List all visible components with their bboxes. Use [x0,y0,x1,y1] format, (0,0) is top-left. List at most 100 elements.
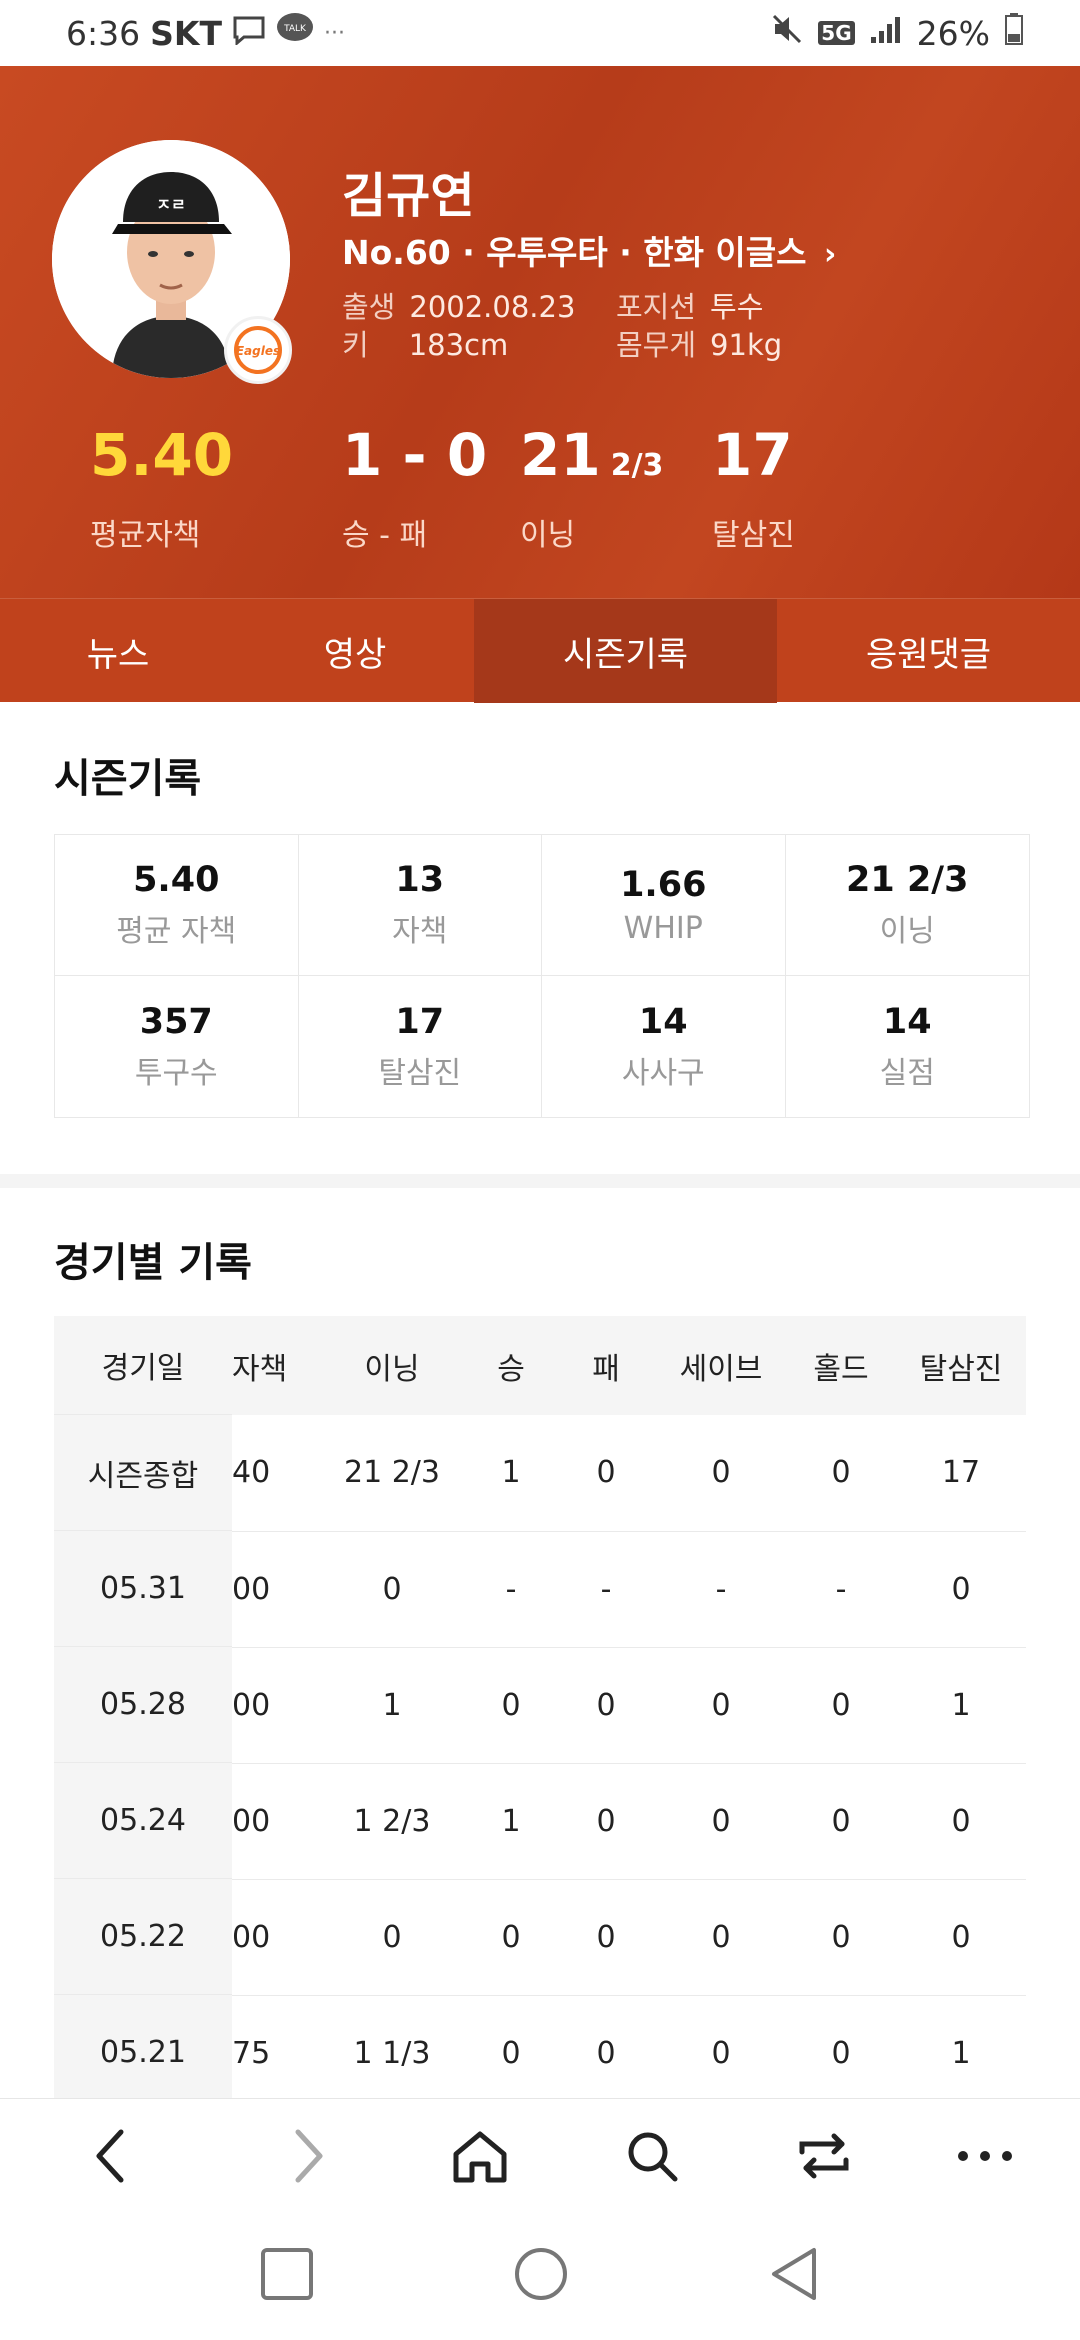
season-section-title: 시즌기록 [54,756,202,802]
column-header: 이닝 [318,1316,466,1415]
table-row: 00 1 2/3 1 0 0 0 0 [232,1763,1026,1880]
season-stat-cell: 14 사사구 [542,976,786,1117]
battery-percent: 26% [916,13,990,53]
back-button[interactable] [0,2099,222,2213]
table-cell: 0 [656,1415,786,1532]
table-cell: 0 [896,1763,1026,1880]
table-cell: - [786,1531,896,1648]
season-stat-cell: 1.66 WHIP [542,835,786,976]
player-header: ㅈㄹ Eagles 김규연 No.60 · 우투우타 · 한화 이글스 › 출생… [0,66,1080,598]
table-cell: 1 [896,1995,1026,2098]
season-stat-label: 실점 [879,1055,935,1091]
table-cell: 0 [656,1763,786,1880]
season-stat-label: WHIP [623,910,703,946]
chevron-right-icon: › [824,237,837,272]
hero-stat-value: 1 - 0 [342,421,488,489]
hero-stat-label: 승 - 패 [342,518,428,553]
tab-season-record[interactable]: 시즌기록 [474,599,777,703]
season-stat-value: 14 [638,1001,688,1042]
season-stats-grid: 5.40 평균 자책 13 자책 1.66 WHIP 21 2/3 이닝 357 투구수 … [54,834,1030,1118]
table-row: 40 21 2/3 1 0 0 0 17 [232,1415,1026,1532]
column-header: 홀드 [786,1316,896,1415]
date-cell: 05.31 [54,1531,232,1647]
tabs-switch-button[interactable] [738,2099,910,2213]
table-cell: 1 [896,1647,1026,1764]
hero-stat-innings: 21 2/3 이닝 [520,426,663,554]
table-cell: 0 [786,1415,896,1532]
table-row: 00 1 0 0 0 0 1 [232,1647,1026,1764]
birth-row: 출생 2002.08.23 [342,284,575,326]
table-cell: 21 2/3 [318,1415,466,1532]
table-cell: 1 [466,1415,556,1532]
birth-value: 2002.08.23 [409,290,576,324]
table-row: 75 1 1/3 0 0 0 0 1 [232,1995,1026,2098]
network-5g-icon: 5G [818,21,855,45]
tab-video[interactable]: 영상 [236,599,474,703]
hero-stat-value: 21 [520,421,601,489]
column-header: 세이브 [656,1316,786,1415]
game-log-table[interactable]: 자책 이닝 승 패 세이브 홀드 탈삼진 40 21 2/3 1 0 0 0 1… [54,1316,1080,2098]
season-stat-value: 14 [882,1001,932,1042]
date-cell: 05.22 [54,1879,232,1995]
mute-icon [770,12,804,54]
table-cell: 0 [896,1879,1026,1996]
home-button[interactable] [394,2099,566,2213]
weight-row: 몸무게 91kg [616,322,782,364]
table-cell: 0 [466,1879,556,1996]
svg-text:TALK: TALK [283,24,307,34]
recents-icon [260,2248,313,2300]
date-cell: 05.24 [54,1763,232,1879]
table-cell: 0 [656,1995,786,2098]
hero-stat-era: 5.40 평균자책 [90,426,233,554]
tab-comments[interactable]: 응원댓글 [777,599,1080,703]
table-cell: 0 [786,1995,896,2098]
talk-icon: TALK [276,12,314,54]
tab-news[interactable]: 뉴스 [0,599,236,703]
home-icon [453,2131,507,2182]
more-button[interactable] [910,2099,1060,2213]
table-row: 00 0 0 0 0 0 0 [232,1879,1026,1996]
search-button[interactable] [566,2099,738,2213]
section-divider [0,1174,1080,1188]
table-cell: 0 [656,1647,786,1764]
position-value: 투수 [710,290,764,324]
date-cell: 시즌종합 [54,1415,232,1531]
hero-stat-label: 평균자책 [90,518,201,553]
system-home-button[interactable] [513,2246,569,2306]
table-cell: 0 [786,1647,896,1764]
season-stat-cell: 14 실점 [786,976,1030,1117]
table-cell: 0 [466,1647,556,1764]
svg-text:Eagles: Eagles [236,344,280,358]
hero-stat-sub: 2/3 [610,448,664,483]
table-cell: 0 [556,1995,656,2098]
table-cell: 0 [556,1763,656,1880]
table-cell: 0 [786,1763,896,1880]
search-icon [628,2132,678,2181]
triangle-back-icon [772,2248,817,2300]
table-cell: 0 [786,1879,896,1996]
game-log-scroll-area[interactable]: 자책 이닝 승 패 세이브 홀드 탈삼진 40 21 2/3 1 0 0 0 1… [232,1316,1026,2098]
hero-stat-record: 1 - 0 승 - 패 [342,426,487,554]
table-cell: 1 2/3 [318,1763,466,1880]
table-cell: 0 [556,1415,656,1532]
column-header: 탈삼진 [896,1316,1026,1415]
table-cell: 0 [896,1531,1026,1648]
player-team-link[interactable]: No.60 · 우투우타 · 한화 이글스 › [342,226,836,274]
hero-stat-strikeouts: 17 탈삼진 [712,426,795,554]
chevron-right-icon [295,2129,323,2182]
svg-text:ㅈㄹ: ㅈㄹ [156,195,185,214]
position-label: 포지션 [616,290,697,324]
tab-bar: 뉴스 영상 시즌기록 응원댓글 [0,598,1080,703]
hero-stat-value: 17 [712,421,793,489]
system-back-button[interactable] [768,2246,820,2306]
height-value: 183cm [408,328,509,362]
table-cell: 1 [318,1647,466,1764]
more-icon [958,2150,1012,2161]
season-stat-value: 17 [395,1001,445,1042]
table-cell: - [556,1531,656,1648]
column-header: 패 [556,1316,656,1415]
forward-button[interactable] [222,2099,394,2213]
table-cell: 17 [896,1415,1026,1532]
hero-stat-label: 탈삼진 [712,518,795,553]
recents-button[interactable] [260,2247,314,2305]
